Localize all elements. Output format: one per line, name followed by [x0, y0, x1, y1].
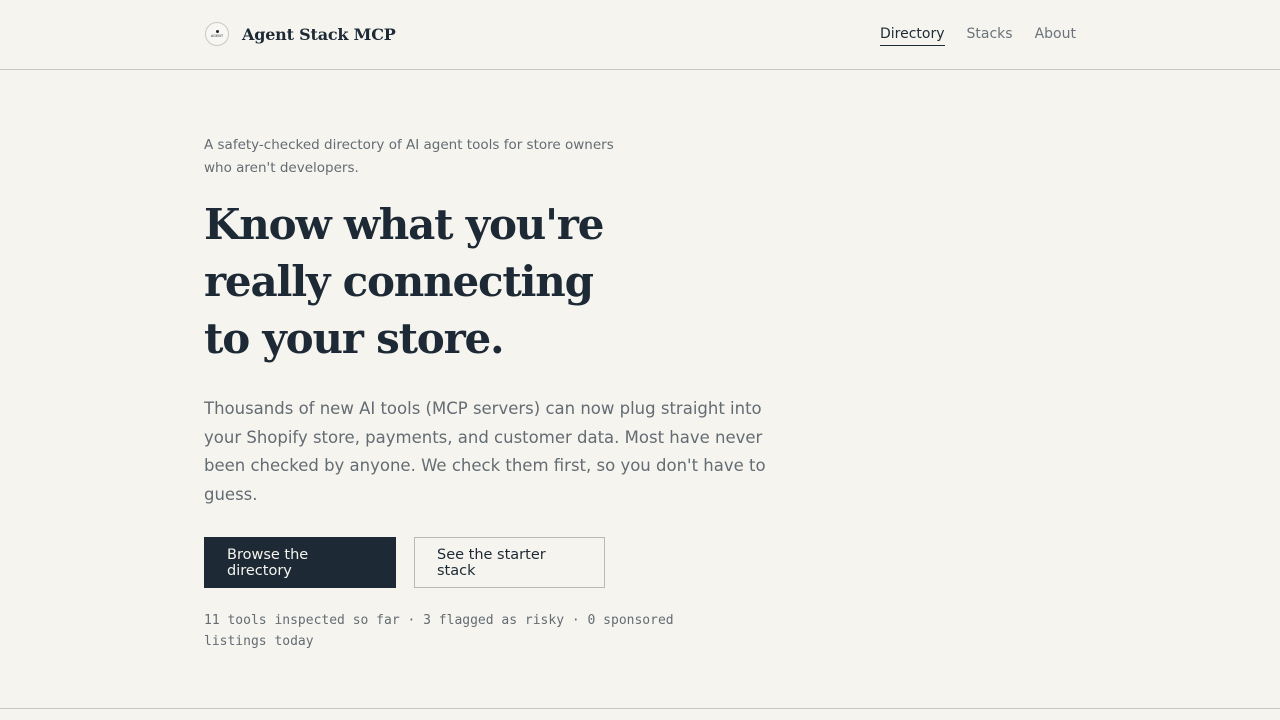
nav-stacks[interactable]: Stacks [967, 26, 1013, 46]
hero-tagline: A safety-checked directory of AI agent t… [204, 137, 614, 176]
hero-actions: Browse the directory See the starter sta… [204, 537, 774, 589]
brand-name: Agent Stack MCP [242, 24, 396, 44]
headline-line-2: really connecting [204, 257, 594, 306]
logo-icon: AGENT [205, 22, 229, 46]
browse-directory-button[interactable]: Browse the directory [204, 537, 396, 589]
logo-dot [215, 30, 219, 33]
section-divider [0, 708, 1280, 709]
nav-about[interactable]: About [1035, 26, 1076, 46]
starter-stack-button[interactable]: See the starter stack [414, 537, 605, 589]
hero-headline: Know what you're really connecting to yo… [204, 196, 774, 367]
logo-text: AGENT [210, 34, 224, 38]
headline-line-3: to your store. [204, 314, 505, 363]
inspection-stats: 11 tools inspected so far · 3 flagged as… [204, 613, 674, 650]
hero-description: Thousands of new AI tools (MCP servers) … [204, 399, 766, 504]
main-nav: Directory Stacks About [880, 26, 1076, 46]
site-header: AGENT Agent Stack MCP Directory Stacks A… [0, 0, 1280, 70]
headline-line-1: Know what you're [204, 200, 604, 249]
nav-directory[interactable]: Directory [880, 26, 945, 46]
hero-section: A safety-checked directory of AI agent t… [204, 134, 774, 652]
brand-home-link[interactable]: AGENT Agent Stack MCP [205, 22, 396, 46]
